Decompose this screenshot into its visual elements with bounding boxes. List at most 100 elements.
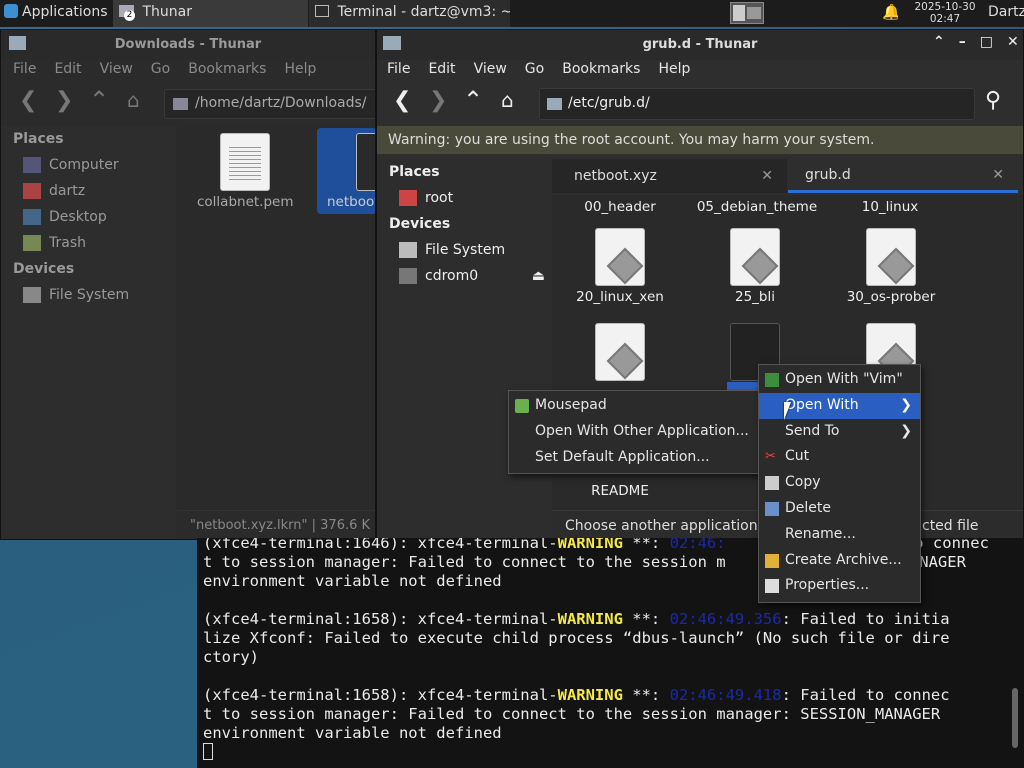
home-folder-icon	[399, 190, 417, 206]
terminal-text: ctory)	[203, 648, 259, 666]
maximize-icon[interactable]: □	[980, 34, 993, 50]
top-panel: Applications 2 Thunar Terminal - dartz@v…	[0, 0, 1024, 27]
terminal-text: t to session manager: Failed to connect …	[203, 705, 941, 723]
menu-item-properties[interactable]: Properties...	[759, 573, 920, 599]
sidebar-item-label: Desktop	[49, 209, 107, 225]
menu-help[interactable]: Help	[649, 57, 699, 81]
menu-item-mousepad[interactable]: Mousepad	[509, 393, 759, 419]
file-context-menu: Open With "Vim" Open With ❯ Send To ❯ ✂ Cut…	[758, 364, 921, 603]
menu-item-label: Open With Other Application...	[535, 422, 749, 439]
path-bar[interactable]: /home/dartz/Downloads/	[164, 89, 375, 119]
taskbar-item-terminal[interactable]: Terminal - dartz@vm3: ~	[309, 0, 510, 27]
folder-icon	[547, 98, 562, 110]
terminal-text: **:	[622, 538, 670, 552]
tab-label: grub.d	[805, 167, 851, 183]
optical-drive-icon	[399, 268, 417, 284]
menu-edit[interactable]: Edit	[419, 57, 464, 81]
mouse-pointer-icon	[784, 402, 791, 420]
collapse-icon[interactable]: ⌃	[933, 34, 945, 50]
menu-item-rename[interactable]: Rename...	[759, 522, 920, 548]
file-item[interactable]: collabnet.pem	[197, 134, 294, 210]
copy-icon	[765, 476, 779, 491]
applications-menu-button[interactable]: Applications	[0, 0, 112, 27]
sidebar-item-file-system[interactable]: File System	[377, 237, 551, 263]
path-text: /etc/grub.d/	[568, 95, 650, 111]
terminal-text: **:	[622, 686, 670, 704]
xfce-logo-icon	[4, 4, 18, 18]
forward-icon[interactable]: ❯	[55, 88, 73, 113]
user-menu[interactable]: Dartz	[988, 0, 1024, 27]
sidebar-item-dartz[interactable]: dartz	[1, 178, 176, 204]
file-name[interactable]: 10_linux	[830, 199, 950, 215]
file-item[interactable]	[560, 324, 680, 380]
menu-item-copy[interactable]: Copy	[759, 470, 920, 496]
search-icon[interactable]: ⚲	[985, 88, 1001, 113]
menu-go[interactable]: Go	[516, 57, 553, 81]
file-item-selected[interactable]: netboot.xyz.lkrn	[317, 128, 375, 214]
sidebar: Places root Devices File System cdrom0 ⏏	[377, 159, 551, 539]
taskbar-item-thunar[interactable]: 2 Thunar	[113, 0, 308, 27]
up-icon[interactable]: ⌃	[89, 86, 109, 114]
menu-bookmarks[interactable]: Bookmarks	[553, 57, 649, 81]
tab-netboot-xyz[interactable]: netboot.xyz ✕	[552, 159, 787, 193]
terminal-scrollbar[interactable]	[1012, 688, 1018, 748]
terminal-text: lize Xfconf: Failed to execute child pro…	[203, 629, 950, 647]
sidebar-item-label: File System	[425, 242, 506, 258]
close-tab-icon[interactable]: ✕	[761, 159, 773, 193]
home-icon[interactable]: ⌂	[501, 88, 514, 112]
file-name[interactable]: README	[560, 483, 680, 499]
file-item[interactable]: 30_os-prober	[831, 229, 951, 305]
submenu-arrow-icon: ❯	[900, 422, 912, 439]
file-item[interactable]: 25_bli	[695, 229, 815, 305]
menu-edit[interactable]: Edit	[45, 57, 90, 81]
close-tab-icon[interactable]: ✕	[992, 159, 1004, 191]
menu-item-label: Rename...	[785, 525, 856, 542]
sidebar-item-cdrom0[interactable]: cdrom0 ⏏	[377, 263, 551, 289]
home-icon[interactable]: ⌂	[127, 88, 140, 112]
clock[interactable]: 2025-10-30 02:47	[910, 0, 980, 27]
menu-item-send-to[interactable]: Send To ❯	[759, 419, 920, 445]
forward-icon[interactable]: ❯	[429, 88, 447, 113]
file-item[interactable]: 20_linux_xen	[560, 229, 680, 305]
sidebar-item-file-system[interactable]: File System	[1, 282, 176, 308]
warning-keyword: WARNING	[557, 610, 623, 628]
file-name[interactable]: 00_header	[560, 199, 680, 215]
sidebar-item-root[interactable]: root	[377, 185, 551, 211]
scissors-icon: ✂	[765, 449, 776, 465]
warning-keyword: WARNING	[557, 686, 623, 704]
file-name: 30_os-prober	[846, 289, 936, 305]
file-name[interactable]: 05_debian_theme	[672, 199, 842, 215]
sidebar-item-computer[interactable]: Computer	[1, 152, 176, 178]
terminal-timestamp: 02:46:49.418	[669, 686, 782, 704]
menu-item-create-archive[interactable]: Create Archive...	[759, 548, 920, 574]
drive-icon	[399, 242, 417, 258]
terminal-text: environment variable not defined	[203, 724, 502, 742]
path-bar[interactable]: /etc/grub.d/	[539, 88, 975, 120]
menu-file[interactable]: File	[1, 57, 45, 81]
notification-bell-icon[interactable]: 🔔	[882, 0, 898, 27]
menu-view[interactable]: View	[465, 57, 516, 81]
back-icon[interactable]: ❮	[393, 88, 411, 113]
back-icon[interactable]: ❮	[19, 88, 37, 113]
menu-item-set-default-app[interactable]: Set Default Application...	[509, 445, 759, 471]
home-folder-icon	[23, 183, 41, 199]
menu-go[interactable]: Go	[142, 57, 179, 81]
tab-grub-d[interactable]: grub.d ✕	[788, 159, 1018, 193]
up-icon[interactable]: ⌃	[463, 86, 483, 114]
sidebar-item-trash[interactable]: Trash	[1, 230, 176, 256]
menu-item-open-with-other[interactable]: Open With Other Application...	[509, 419, 759, 445]
file-name: 25_bli	[735, 289, 775, 305]
menu-item-delete[interactable]: Delete	[759, 496, 920, 522]
menu-item-open-with-vim[interactable]: Open With "Vim"	[759, 367, 920, 393]
menu-help[interactable]: Help	[275, 57, 325, 81]
menu-file[interactable]: File	[377, 57, 419, 81]
minimize-icon[interactable]: –	[959, 34, 966, 50]
menu-item-cut[interactable]: ✂ Cut	[759, 444, 920, 470]
eject-icon[interactable]: ⏏	[532, 263, 545, 289]
root-warning-banner: Warning: you are using the root account.…	[377, 126, 1023, 154]
close-icon[interactable]: ✕	[1007, 34, 1019, 50]
menu-view[interactable]: View	[91, 57, 142, 81]
menu-bookmarks[interactable]: Bookmarks	[179, 57, 275, 81]
sidebar-item-desktop[interactable]: Desktop	[1, 204, 176, 230]
workspace-switcher[interactable]	[730, 0, 764, 27]
